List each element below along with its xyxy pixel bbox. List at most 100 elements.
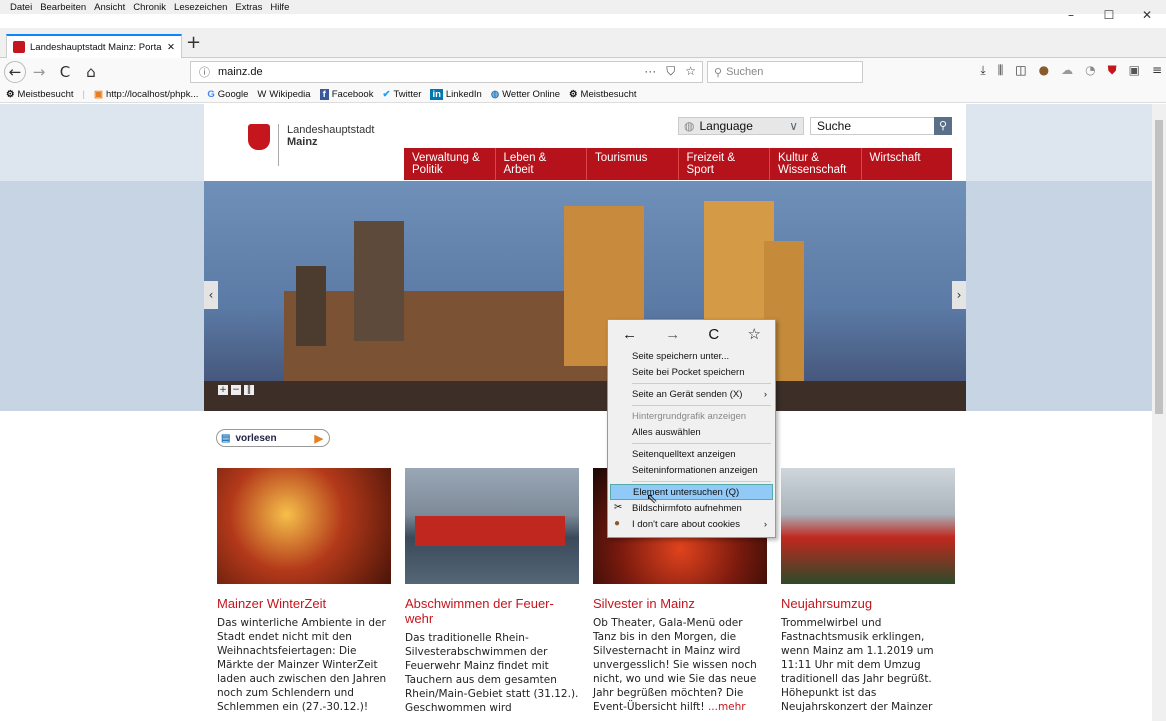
facebook-icon: f <box>319 88 329 100</box>
menu-send-to-device[interactable]: Seite an Gerät senden (X) › <box>608 386 775 402</box>
zoom-in-icon[interactable]: + <box>218 385 228 395</box>
gear-icon: ⚙ <box>569 88 578 100</box>
url-text: mainz.de <box>218 66 263 78</box>
bookmark-twitter[interactable]: ✔ Twitter <box>382 89 421 100</box>
bookmark-meistbesucht[interactable]: ⚙ Meistbesucht <box>6 89 74 100</box>
slider-next-button[interactable]: › <box>952 281 966 309</box>
nav-verwaltung-politik[interactable]: Verwaltung & Politik <box>404 148 496 180</box>
close-window-button[interactable]: ✕ <box>1128 8 1166 22</box>
scrollbar-thumb[interactable] <box>1155 120 1163 414</box>
card-image[interactable] <box>405 468 579 584</box>
menu-take-screenshot[interactable]: ✂ Bildschirmfoto aufnehmen <box>608 500 775 516</box>
context-bookmark-icon[interactable]: ☆ <box>747 325 760 343</box>
bookmark-facebook[interactable]: f Facebook <box>319 88 373 100</box>
hamburger-menu-icon[interactable]: ≡ <box>1152 63 1162 78</box>
sidebar-icon[interactable]: ◫ <box>1015 63 1026 78</box>
mainz-crest-icon <box>248 124 270 150</box>
card-title[interactable]: Mainzer WinterZeit <box>217 596 391 611</box>
menu-ansicht[interactable]: Ansicht <box>94 2 125 13</box>
menu-inspect-element[interactable]: Element untersuchen (Q) <box>610 484 773 500</box>
new-tab-button[interactable]: + <box>186 32 201 53</box>
home-button[interactable]: ⌂ <box>78 63 104 81</box>
close-tab-icon[interactable]: ✕ <box>167 42 175 53</box>
url-bar[interactable]: ⓘ mainz.de ··· ⛉ ☆ <box>190 61 703 83</box>
menu-select-all[interactable]: Alles auswählen <box>608 424 775 440</box>
nav-kultur-wissenschaft[interactable]: Kultur & Wissenschaft <box>770 148 862 180</box>
menu-view-background: Hintergrundgrafik anzeigen <box>632 410 747 422</box>
tab-mainz[interactable]: Landeshauptstadt Mainz: Portal ✕ <box>6 34 182 58</box>
cookie-extension-icon[interactable]: ● <box>1039 63 1049 78</box>
maximize-button[interactable]: ☐ <box>1090 8 1128 22</box>
url-actions: ··· ⛉ ☆ <box>644 64 696 79</box>
browser-search-input[interactable]: ⚲ Suchen <box>707 61 863 83</box>
context-reload-icon[interactable]: C <box>708 326 719 343</box>
speaker-icon: ▤ <box>221 432 231 444</box>
hero-slider: + − ‖ ‹ › <box>0 181 1152 411</box>
nav-leben-arbeit[interactable]: Leben & Arbeit <box>496 148 587 180</box>
card-title[interactable]: Neujahrsumzug <box>781 596 955 611</box>
bookmark-localhost[interactable]: ▣ http://localhost/phpk... <box>94 89 198 100</box>
menu-separator <box>632 405 771 406</box>
pause-icon[interactable]: ‖ <box>244 385 254 395</box>
window-controls: – ☐ ✕ <box>1052 8 1166 22</box>
menu-save-pocket[interactable]: Seite bei Pocket speichern <box>608 364 775 380</box>
bookmark-star-icon[interactable]: ☆ <box>685 64 696 79</box>
card-image[interactable] <box>217 468 391 584</box>
context-back-icon[interactable]: ← <box>622 326 637 343</box>
menu-datei[interactable]: Datei <box>10 2 32 13</box>
mouse-cursor-icon: ⇖ <box>646 491 658 507</box>
page-scrollbar[interactable] <box>1152 104 1166 721</box>
info-icon[interactable]: ⓘ <box>199 64 210 80</box>
site-search-input[interactable]: Suche <box>810 117 950 135</box>
nav-freizeit-sport[interactable]: Freizeit & Sport <box>679 148 770 180</box>
main-navigation: Verwaltung & Politik Leben & Arbeit Tour… <box>404 148 952 180</box>
screenshot-extension-icon[interactable]: ◔ <box>1085 63 1095 78</box>
toolbar-icons: ⤓ ⫼ ◫ ● ☁ ◔ ⛊ ▣ ≡ <box>980 63 1162 78</box>
menu-cookies-extension[interactable]: ● I don't care about cookies › <box>608 516 775 532</box>
reload-button[interactable]: C <box>52 63 78 81</box>
menu-hilfe[interactable]: Hilfe <box>270 2 289 13</box>
menu-bearbeiten[interactable]: Bearbeiten <box>40 2 86 13</box>
bookmark-meistbesucht-2[interactable]: ⚙ Meistbesucht <box>569 89 637 100</box>
forward-button[interactable]: → <box>26 63 52 81</box>
menu-page-info[interactable]: Seiteninformationen anzeigen <box>608 462 775 478</box>
page-actions-icon[interactable]: ··· <box>644 64 656 79</box>
library-icon[interactable]: ⫼ <box>998 63 1004 78</box>
nav-wirtschaft[interactable]: Wirtschaft <box>862 148 953 180</box>
minimize-button[interactable]: – <box>1052 8 1090 22</box>
bookmark-linkedin[interactable]: in LinkedIn <box>430 88 482 100</box>
download-icon[interactable]: ⤓ <box>980 63 985 78</box>
menu-extras[interactable]: Extras <box>235 2 262 13</box>
read-aloud-button[interactable]: ▤ vorlesen ▶ <box>216 429 330 447</box>
bookmark-separator: | <box>82 88 85 100</box>
more-link[interactable]: ...mehr <box>708 701 746 713</box>
extension-box-icon[interactable]: ▣ <box>1129 63 1140 78</box>
menu-view-source[interactable]: Seitenquelltext anzeigen <box>608 446 775 462</box>
pocket-icon[interactable]: ⛉ <box>666 64 675 79</box>
slider-prev-button[interactable]: ‹ <box>204 281 218 309</box>
menu-save-page[interactable]: Seite speichern unter... <box>608 348 775 364</box>
play-icon: ▶ <box>314 432 323 445</box>
site-logo[interactable]: Landeshauptstadt Mainz <box>248 124 374 166</box>
search-placeholder: Suchen <box>726 66 764 78</box>
bookmark-google[interactable]: G Google <box>207 89 248 100</box>
ublock-icon[interactable]: ⛊ <box>1108 63 1117 78</box>
site-search-button[interactable]: ⚲ <box>934 117 952 135</box>
zoom-out-icon[interactable]: − <box>231 385 241 395</box>
card-title[interactable]: Abschwimmen der Feuer-wehr <box>405 596 579 626</box>
extension-icon[interactable]: ☁ <box>1061 63 1073 78</box>
context-forward-icon[interactable]: → <box>665 326 680 343</box>
bookmark-wikipedia[interactable]: W Wikipedia <box>257 89 310 100</box>
language-select[interactable]: ◍ Language ∨ <box>678 117 804 135</box>
menu-lesezeichen[interactable]: Lesezeichen <box>174 2 227 13</box>
card-image[interactable] <box>781 468 955 584</box>
menu-separator <box>632 443 771 444</box>
menu-chronik[interactable]: Chronik <box>133 2 166 13</box>
search-icon: ⚲ <box>938 119 948 132</box>
read-aloud-label: vorlesen <box>235 432 277 444</box>
back-button[interactable]: ← <box>4 61 26 83</box>
gear-icon: ⚙ <box>6 88 15 100</box>
card-title[interactable]: Silvester in Mainz <box>593 596 767 611</box>
nav-tourismus[interactable]: Tourismus <box>587 148 679 180</box>
bookmark-wetteronline[interactable]: ◍ Wetter Online <box>491 89 560 100</box>
